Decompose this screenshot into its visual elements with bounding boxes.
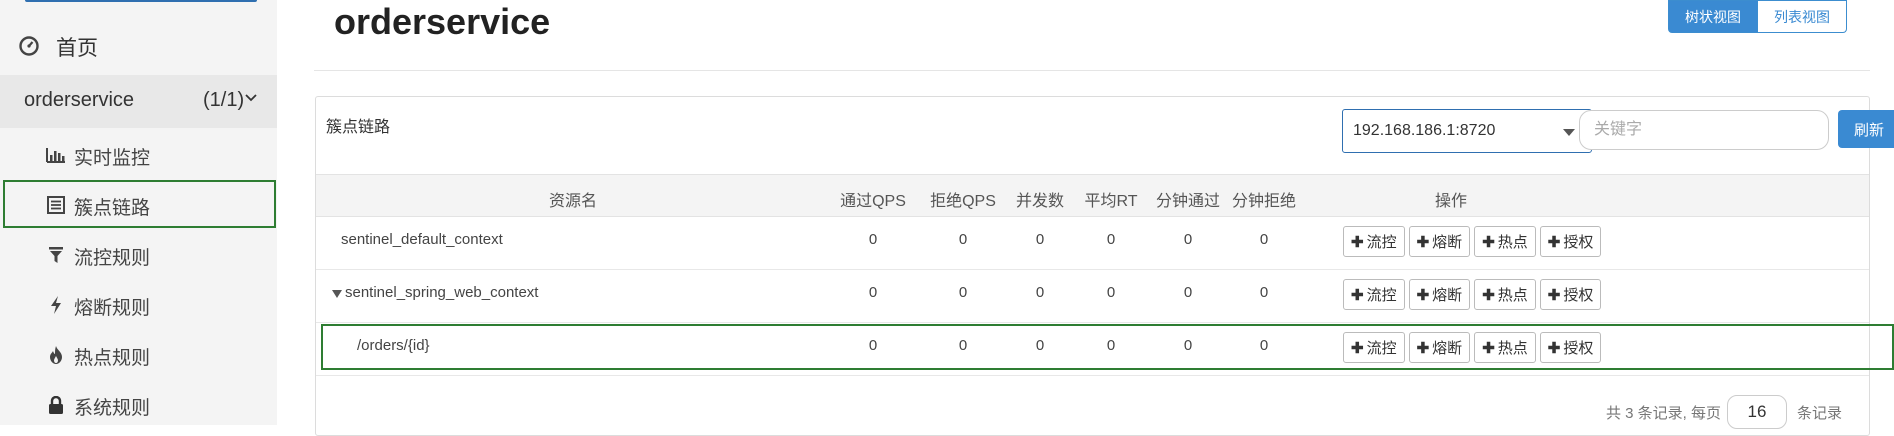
plus-icon: ✚: [1351, 286, 1364, 304]
plus-icon: ✚: [1482, 286, 1495, 304]
flow-control-button[interactable]: ✚ 流控: [1343, 226, 1405, 257]
sidebar-item-label: 实时监控: [74, 148, 151, 169]
flow-control-button[interactable]: ✚ 流控: [1343, 279, 1405, 310]
refresh-button[interactable]: 刷新: [1838, 110, 1894, 148]
caret-down-icon: [1563, 129, 1575, 136]
sidebar-item-realtime-monitor[interactable]: 实时监控: [0, 130, 277, 180]
column-header: 资源名: [548, 193, 598, 210]
block-qps: 0: [958, 284, 968, 301]
highlight-box: [321, 324, 1894, 370]
plus-icon: ✚: [1547, 286, 1561, 304]
dashboard-icon: [18, 35, 40, 57]
column-header: 分钟通过: [1155, 193, 1221, 210]
sidebar-item-label: 流控规则: [74, 248, 151, 269]
table-header: 资源名 通过QPS 拒绝QPS 并发数 平均RT 分钟通过 分钟拒绝 操作: [316, 174, 1869, 217]
authority-button[interactable]: ✚ 授权: [1539, 279, 1602, 310]
row-actions: ✚ 流控 ✚ 熔断 ✚ 热点 ✚ 授权: [1343, 226, 1602, 257]
minute-block: 0: [1259, 231, 1269, 248]
plus-icon: ✚: [1482, 233, 1495, 251]
action-label: 热点: [1497, 287, 1528, 304]
pagination: 共 3 条记录, 每页 16 条记录: [1606, 395, 1842, 429]
column-header: 并发数: [1015, 193, 1065, 210]
bar-chart-icon: [45, 145, 67, 165]
view-toggle: 树状视图 列表视图: [1668, 0, 1847, 33]
column-header: 分钟拒绝: [1231, 193, 1297, 210]
degrade-button[interactable]: ✚ 熔断: [1408, 279, 1471, 310]
page-title: orderservice: [334, 1, 551, 42]
column-header: 通过QPS: [840, 193, 906, 210]
tree-view-button[interactable]: 树状视图: [1668, 0, 1758, 33]
column-header: 拒绝QPS: [930, 193, 996, 210]
divider: [314, 70, 1870, 71]
highlight-box: [3, 180, 276, 228]
fire-icon: [45, 345, 67, 365]
degrade-button[interactable]: ✚ 熔断: [1408, 226, 1471, 257]
panel-title: 簇点链路: [326, 119, 391, 136]
pagination-total: 共 3 条记录, 每页: [1606, 404, 1722, 422]
hotspot-button[interactable]: ✚ 热点: [1474, 226, 1536, 257]
sidebar-item-system-rules[interactable]: 系统规则: [0, 380, 277, 430]
machine-select[interactable]: 192.168.186.1:8720: [1342, 109, 1592, 153]
sidebar-item-degrade-rules[interactable]: 熔断规则: [0, 280, 277, 330]
sidebar: 首页 orderservice (1/1) 实时监控 簇点链路 流控规则 熔断规…: [0, 0, 277, 425]
resource-name: sentinel_spring_web_context: [345, 284, 539, 301]
avg-rt: 0: [1106, 284, 1116, 301]
chevron-down-icon: [245, 91, 257, 106]
sidebar-item-flow-rules[interactable]: 流控规则: [0, 230, 277, 280]
plus-icon: ✚: [1351, 233, 1364, 251]
action-label: 热点: [1497, 234, 1528, 251]
table-row: sentinel_spring_web_context 0 0 0 0 0 0 …: [316, 271, 1869, 323]
pagination-suffix: 条记录: [1797, 404, 1843, 422]
column-header: 平均RT: [1084, 193, 1138, 210]
filter-icon: [45, 245, 67, 265]
lock-icon: [45, 395, 67, 415]
action-label: 熔断: [1432, 287, 1463, 304]
app-instance-count: (1/1): [203, 89, 245, 111]
pass-qps: 0: [868, 231, 878, 248]
authority-button[interactable]: ✚ 授权: [1539, 226, 1602, 257]
plus-icon: ✚: [1416, 286, 1430, 304]
action-label: 熔断: [1432, 234, 1463, 251]
plus-icon: ✚: [1547, 233, 1561, 251]
resource-name: sentinel_default_context: [341, 231, 503, 248]
row-actions: ✚ 流控 ✚ 熔断 ✚ 热点 ✚ 授权: [1343, 279, 1602, 310]
sidebar-item-label: 热点规则: [74, 348, 151, 369]
pass-qps: 0: [868, 284, 878, 301]
machine-select-value: 192.168.186.1:8720: [1353, 122, 1496, 139]
action-label: 授权: [1563, 234, 1594, 251]
app-name: orderservice: [24, 89, 135, 111]
plus-icon: ✚: [1416, 233, 1430, 251]
sidebar-home-label: 首页: [56, 37, 98, 60]
table-row: sentinel_default_context 0 0 0 0 0 0 ✚ 流控…: [316, 218, 1869, 270]
minute-pass: 0: [1183, 284, 1193, 301]
hotspot-button[interactable]: ✚ 热点: [1474, 279, 1536, 310]
sidebar-item-label: 系统规则: [74, 398, 151, 419]
keyword-search-input[interactable]: [1579, 110, 1829, 150]
column-header: 操作: [1434, 193, 1468, 210]
page-size-input[interactable]: 16: [1727, 395, 1788, 429]
action-label: 授权: [1563, 287, 1594, 304]
sidebar-top-accent: [25, 0, 257, 2]
thread-count: 0: [1035, 284, 1045, 301]
sidebar-item-label: 熔断规则: [74, 298, 151, 319]
block-qps: 0: [958, 231, 968, 248]
action-label: 流控: [1366, 234, 1397, 251]
sidebar-app-orderservice[interactable]: orderservice (1/1): [0, 75, 277, 128]
sidebar-item-home[interactable]: 首页: [0, 22, 277, 72]
sidebar-item-hotspot-rules[interactable]: 热点规则: [0, 330, 277, 380]
avg-rt: 0: [1106, 231, 1116, 248]
thread-count: 0: [1035, 231, 1045, 248]
minute-pass: 0: [1183, 231, 1193, 248]
collapse-triangle-icon[interactable]: [332, 290, 342, 298]
list-view-button[interactable]: 列表视图: [1758, 0, 1847, 33]
action-label: 流控: [1366, 287, 1397, 304]
bolt-icon: [45, 295, 67, 315]
cluster-chain-panel: 簇点链路 192.168.186.1:8720 刷新 资源名 通过QPS 拒绝Q…: [315, 96, 1894, 436]
minute-block: 0: [1259, 284, 1269, 301]
